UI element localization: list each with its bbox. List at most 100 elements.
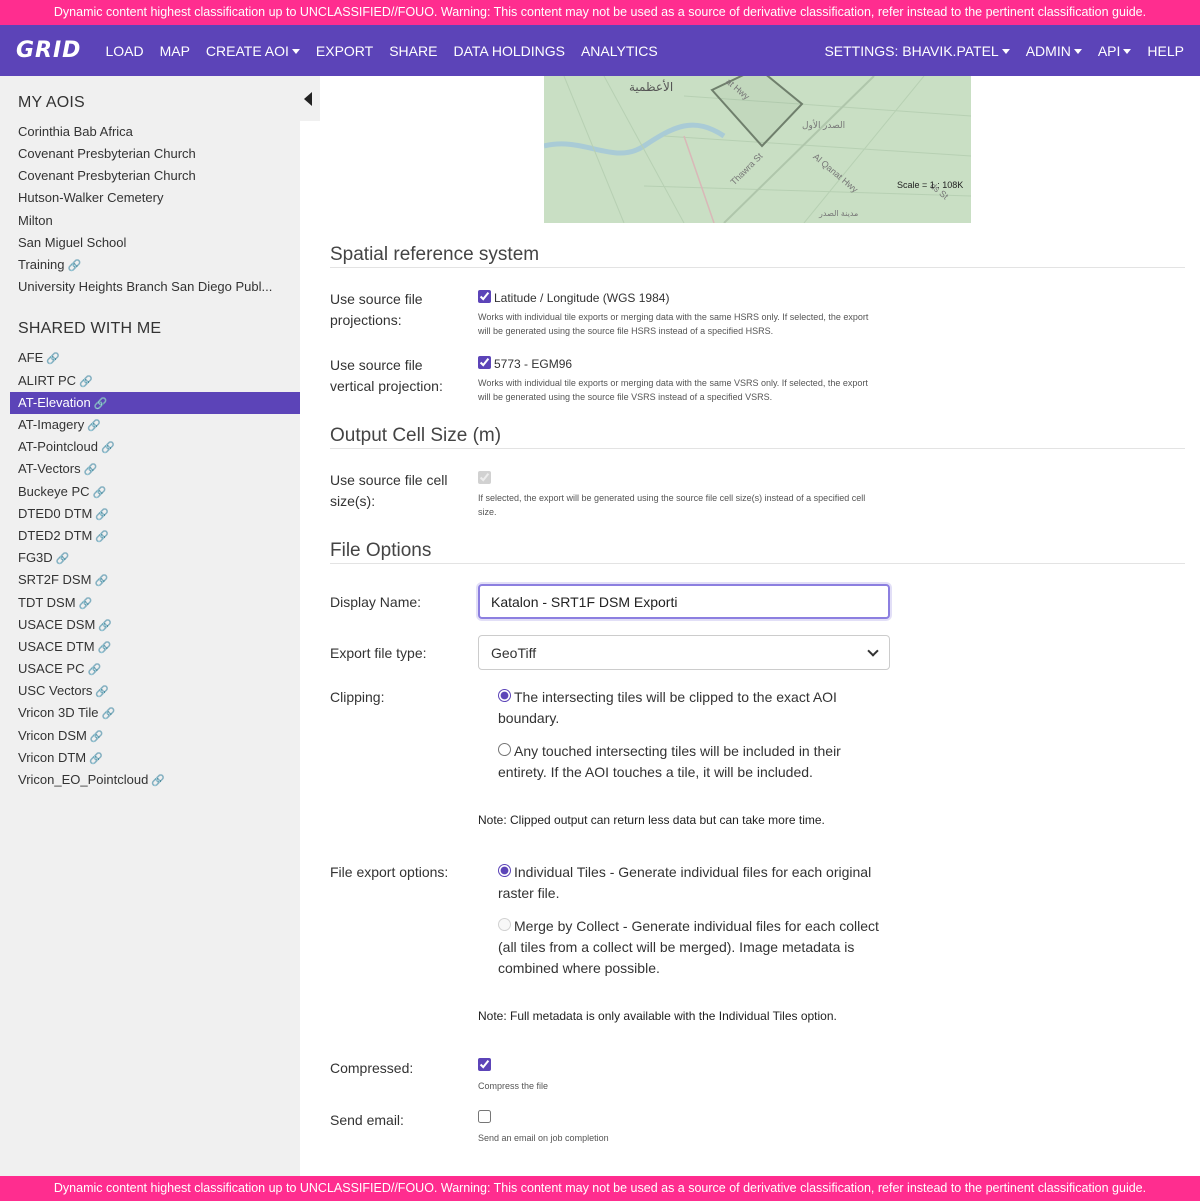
section-divider — [330, 267, 1185, 268]
export-type-value: GeoTiff — [491, 644, 537, 661]
export-options-note: Note: Full metadata is only available wi… — [478, 1009, 837, 1023]
shared-item-label: USACE DTM — [18, 639, 95, 654]
map-label: الصدر الأول — [802, 120, 846, 130]
shared-item-label: USACE PC — [18, 661, 85, 676]
shared-item[interactable]: Vricon DSM 🔗 — [10, 725, 300, 747]
shared-item[interactable]: SRT2F DSM 🔗 — [10, 569, 300, 591]
shared-item[interactable]: AT-Pointcloud 🔗 — [10, 436, 300, 458]
collapse-left-icon — [304, 92, 312, 106]
nav-export[interactable]: EXPORT — [308, 43, 381, 59]
cell-size-checkbox[interactable] — [478, 471, 491, 484]
link-icon: 🔗 — [95, 509, 110, 521]
link-icon: 🔗 — [93, 398, 108, 410]
vert-proj-label: Use source file vertical projection: — [330, 357, 443, 394]
aoi-item[interactable]: University Heights Branch San Diego Publ… — [10, 276, 300, 298]
caret-down-icon — [291, 49, 300, 55]
shared-item-label: AFE — [18, 350, 44, 365]
shared-item-label: DTED2 DTM — [18, 528, 93, 543]
link-icon: 🔗 — [87, 420, 101, 432]
nav-settings-label: SETTINGS: BHAVIK.PATEL — [824, 42, 999, 59]
navbar: GRID LOAD MAP CREATE AOI EXPORT SHARE DA… — [0, 25, 1200, 76]
shared-item-label: Buckeye PC — [18, 484, 90, 499]
shared-item[interactable]: Vricon DTM 🔗 — [10, 747, 300, 769]
aoi-map-preview[interactable]: الأعظمية at Hwy الصدر الأول Thawra St Al… — [544, 76, 971, 223]
link-icon: 🔗 — [79, 376, 93, 388]
source-proj-checkbox[interactable] — [478, 290, 491, 303]
shared-item-label: DTED0 DTM — [18, 506, 93, 521]
grid-logo[interactable]: GRID — [16, 38, 81, 63]
shared-item-label: AT-Elevation — [18, 395, 91, 410]
cell-size-label: Use source file cell size(s): — [330, 472, 448, 509]
nav-create-aoi-label: CREATE AOI — [205, 42, 289, 59]
shared-item[interactable]: AT-Imagery 🔗 — [10, 414, 300, 436]
shared-item[interactable]: USACE DTM 🔗 — [10, 636, 300, 658]
shared-item-active[interactable]: AT-Elevation 🔗 — [10, 392, 300, 414]
display-name-input[interactable] — [478, 584, 890, 619]
send-email-label: Send email: — [330, 1112, 404, 1128]
aoi-item[interactable]: San Miguel School — [10, 232, 300, 254]
aoi-item[interactable]: Covenant Presbyterian Church — [10, 165, 300, 187]
vert-proj-checkbox[interactable] — [478, 356, 491, 369]
shared-item[interactable]: AFE 🔗 — [10, 347, 300, 369]
shared-item[interactable]: TDT DSM 🔗 — [10, 592, 300, 614]
vert-proj-value: 5773 - EGM96 — [494, 357, 573, 371]
shared-item-label: FG3D — [18, 550, 53, 565]
shared-item[interactable]: Vricon_EO_Pointcloud 🔗 — [10, 769, 300, 791]
compressed-label: Compressed: — [330, 1060, 414, 1076]
shared-item[interactable]: DTED2 DTM 🔗 — [10, 525, 300, 547]
nav-data-holdings[interactable]: DATA HOLDINGS — [445, 43, 573, 59]
link-icon: 🔗 — [67, 260, 82, 272]
clipping-exact-text: The intersecting tiles will be clipped t… — [498, 689, 837, 726]
nav-api[interactable]: API — [1090, 43, 1140, 59]
compressed-help: Compress the file — [478, 1081, 549, 1091]
link-icon: 🔗 — [89, 753, 103, 765]
section-divider — [330, 448, 1185, 449]
map-canvas — [544, 76, 971, 223]
caret-down-icon — [1073, 49, 1082, 55]
nav-analytics[interactable]: ANALYTICS — [573, 43, 666, 59]
link-icon: 🔗 — [97, 642, 112, 654]
nav-map[interactable]: MAP — [152, 43, 198, 59]
shared-item[interactable]: USC Vectors 🔗 — [10, 680, 300, 702]
nav-create-aoi[interactable]: CREATE AOI — [198, 43, 308, 59]
section-divider — [330, 563, 1185, 564]
map-scale: Scale = 1 : 108K — [897, 180, 964, 190]
send-email-checkbox[interactable] — [478, 1110, 491, 1123]
nav-settings[interactable]: SETTINGS: BHAVIK.PATEL — [816, 43, 1017, 59]
aoi-item[interactable]: Hutson-Walker Cemetery — [10, 187, 300, 209]
shared-item[interactable]: ALIRT PC 🔗 — [10, 370, 300, 392]
merge-by-collect-text: Merge by Collect - Generate individual f… — [498, 918, 879, 976]
shared-item[interactable]: AT-Vectors 🔗 — [10, 458, 300, 480]
link-icon: 🔗 — [87, 664, 102, 676]
compressed-checkbox[interactable] — [478, 1058, 491, 1071]
caret-down-icon — [1001, 49, 1010, 55]
nav-share[interactable]: SHARE — [381, 43, 445, 59]
aoi-item[interactable]: Training 🔗 — [10, 254, 300, 276]
export-type-select[interactable]: GeoTiff — [478, 635, 890, 670]
nav-admin[interactable]: ADMIN — [1018, 43, 1090, 59]
link-icon: 🔗 — [98, 620, 112, 632]
shared-item[interactable]: DTED0 DTM 🔗 — [10, 503, 300, 525]
shared-item-label: SRT2F DSM — [18, 572, 92, 587]
aoi-item[interactable]: Milton — [10, 210, 300, 232]
export-options-label: File export options: — [330, 864, 449, 880]
aoi-item[interactable]: Covenant Presbyterian Church — [10, 143, 300, 165]
sidebar-collapse-button[interactable] — [300, 76, 320, 121]
shared-item[interactable]: Vricon 3D Tile 🔗 — [10, 702, 300, 724]
nav-help[interactable]: HELP — [1139, 43, 1192, 59]
shared-item[interactable]: Buckeye PC 🔗 — [10, 481, 300, 503]
aoi-item[interactable]: Corinthia Bab Africa — [10, 121, 300, 143]
cell-size-section-title: Output Cell Size (m) — [330, 425, 502, 446]
map-label: الأعظمية — [629, 80, 674, 94]
link-icon: 🔗 — [89, 731, 104, 743]
clipping-entire-text: Any touched intersecting tiles will be i… — [498, 743, 841, 780]
link-icon: 🔗 — [46, 353, 60, 365]
shared-item[interactable]: USACE PC 🔗 — [10, 658, 300, 680]
caret-down-icon — [1123, 49, 1132, 55]
shared-item[interactable]: FG3D 🔗 — [10, 547, 300, 569]
shared-item[interactable]: USACE DSM 🔗 — [10, 614, 300, 636]
link-icon: 🔗 — [92, 487, 107, 499]
nav-load[interactable]: LOAD — [97, 43, 151, 59]
shared-item-label: USC Vectors — [18, 683, 93, 698]
vert-proj-help: Works with individual tile exports or me… — [478, 378, 868, 402]
